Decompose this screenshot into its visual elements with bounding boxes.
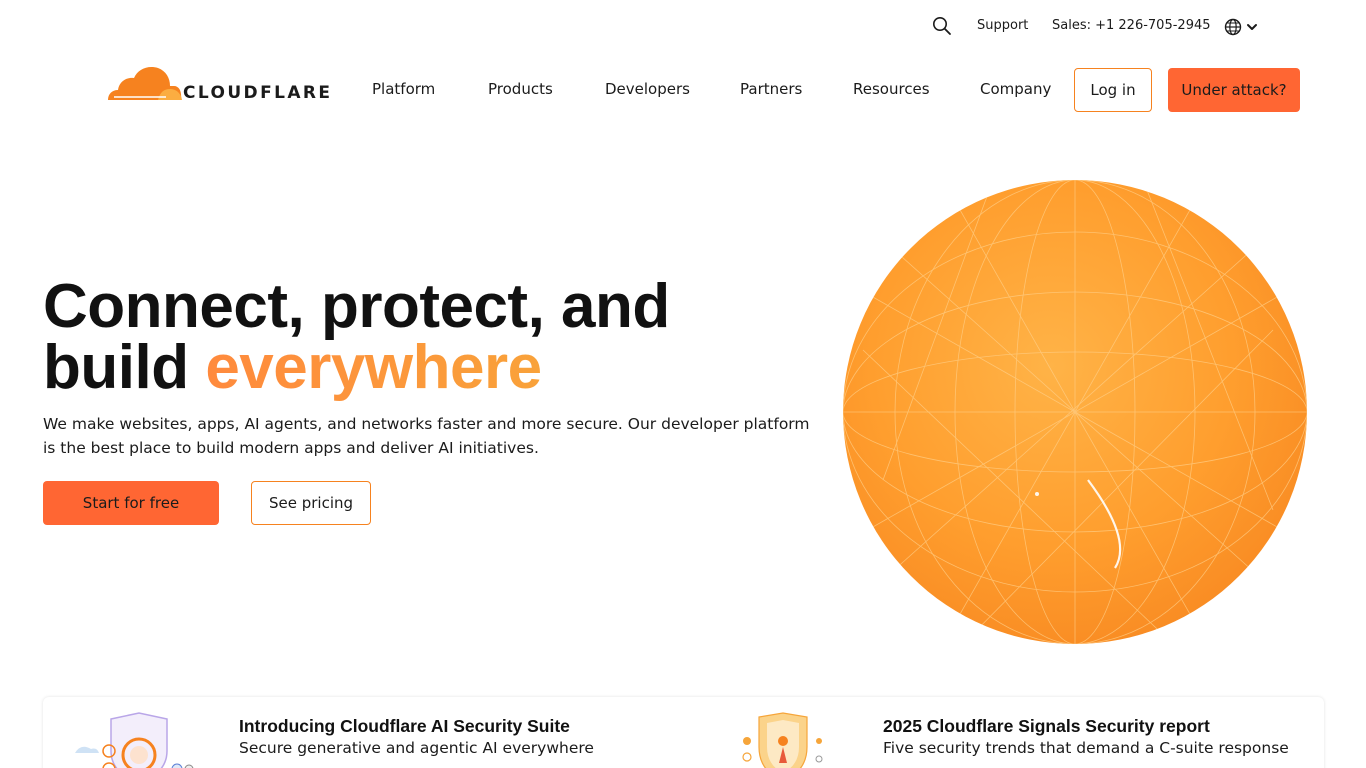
search-icon[interactable] [931,15,953,37]
sales-phone-link[interactable]: Sales: +1 226-705-2945 [1052,18,1211,33]
promo-strip: Introducing Cloudflare AI Security Suite… [43,697,1324,768]
nav-resources[interactable]: Resources [853,80,930,98]
nav-products[interactable]: Products [488,80,553,98]
hero-title-accent: everywhere [205,333,542,402]
hero-subtitle: We make websites, apps, AI agents, and n… [43,415,810,457]
nav-partners[interactable]: Partners [740,80,802,98]
ai-security-illustration [71,711,201,768]
nav-company[interactable]: Company [980,80,1051,98]
chevron-down-icon [1247,24,1257,30]
see-pricing-button[interactable]: See pricing [251,481,371,525]
hero-title-line2: build [43,333,189,402]
logo-wordmark: CLOUDFLARE [183,83,333,103]
nav-developers[interactable]: Developers [605,80,690,98]
hero-title: Connect, protect, and build everywhere [43,276,823,399]
login-button[interactable]: Log in [1074,68,1152,112]
nav-platform[interactable]: Platform [372,80,435,98]
under-attack-button[interactable]: Under attack? [1168,68,1300,112]
promo-description-signals-report: Five security trends that demand a C-sui… [883,739,1289,757]
hero-title-line1: Connect, protect, and [43,272,670,341]
language-selector[interactable] [1222,16,1262,38]
utility-bar: Support Sales: +1 226-705-2945 [0,0,1366,52]
hero-globe-illustration [843,180,1307,644]
promo-title-ai-security[interactable]: Introducing Cloudflare AI Security Suite [239,716,570,737]
start-for-free-button[interactable]: Start for free [43,481,219,525]
promo-title-signals-report[interactable]: 2025 Cloudflare Signals Security report [883,716,1210,737]
cloudflare-logo[interactable]: CLOUDFLARE [106,64,342,104]
globe-icon [1224,18,1242,36]
promo-description-ai-security: Secure generative and agentic AI everywh… [239,739,594,757]
support-link[interactable]: Support [977,18,1028,33]
signals-report-illustration [737,711,867,768]
